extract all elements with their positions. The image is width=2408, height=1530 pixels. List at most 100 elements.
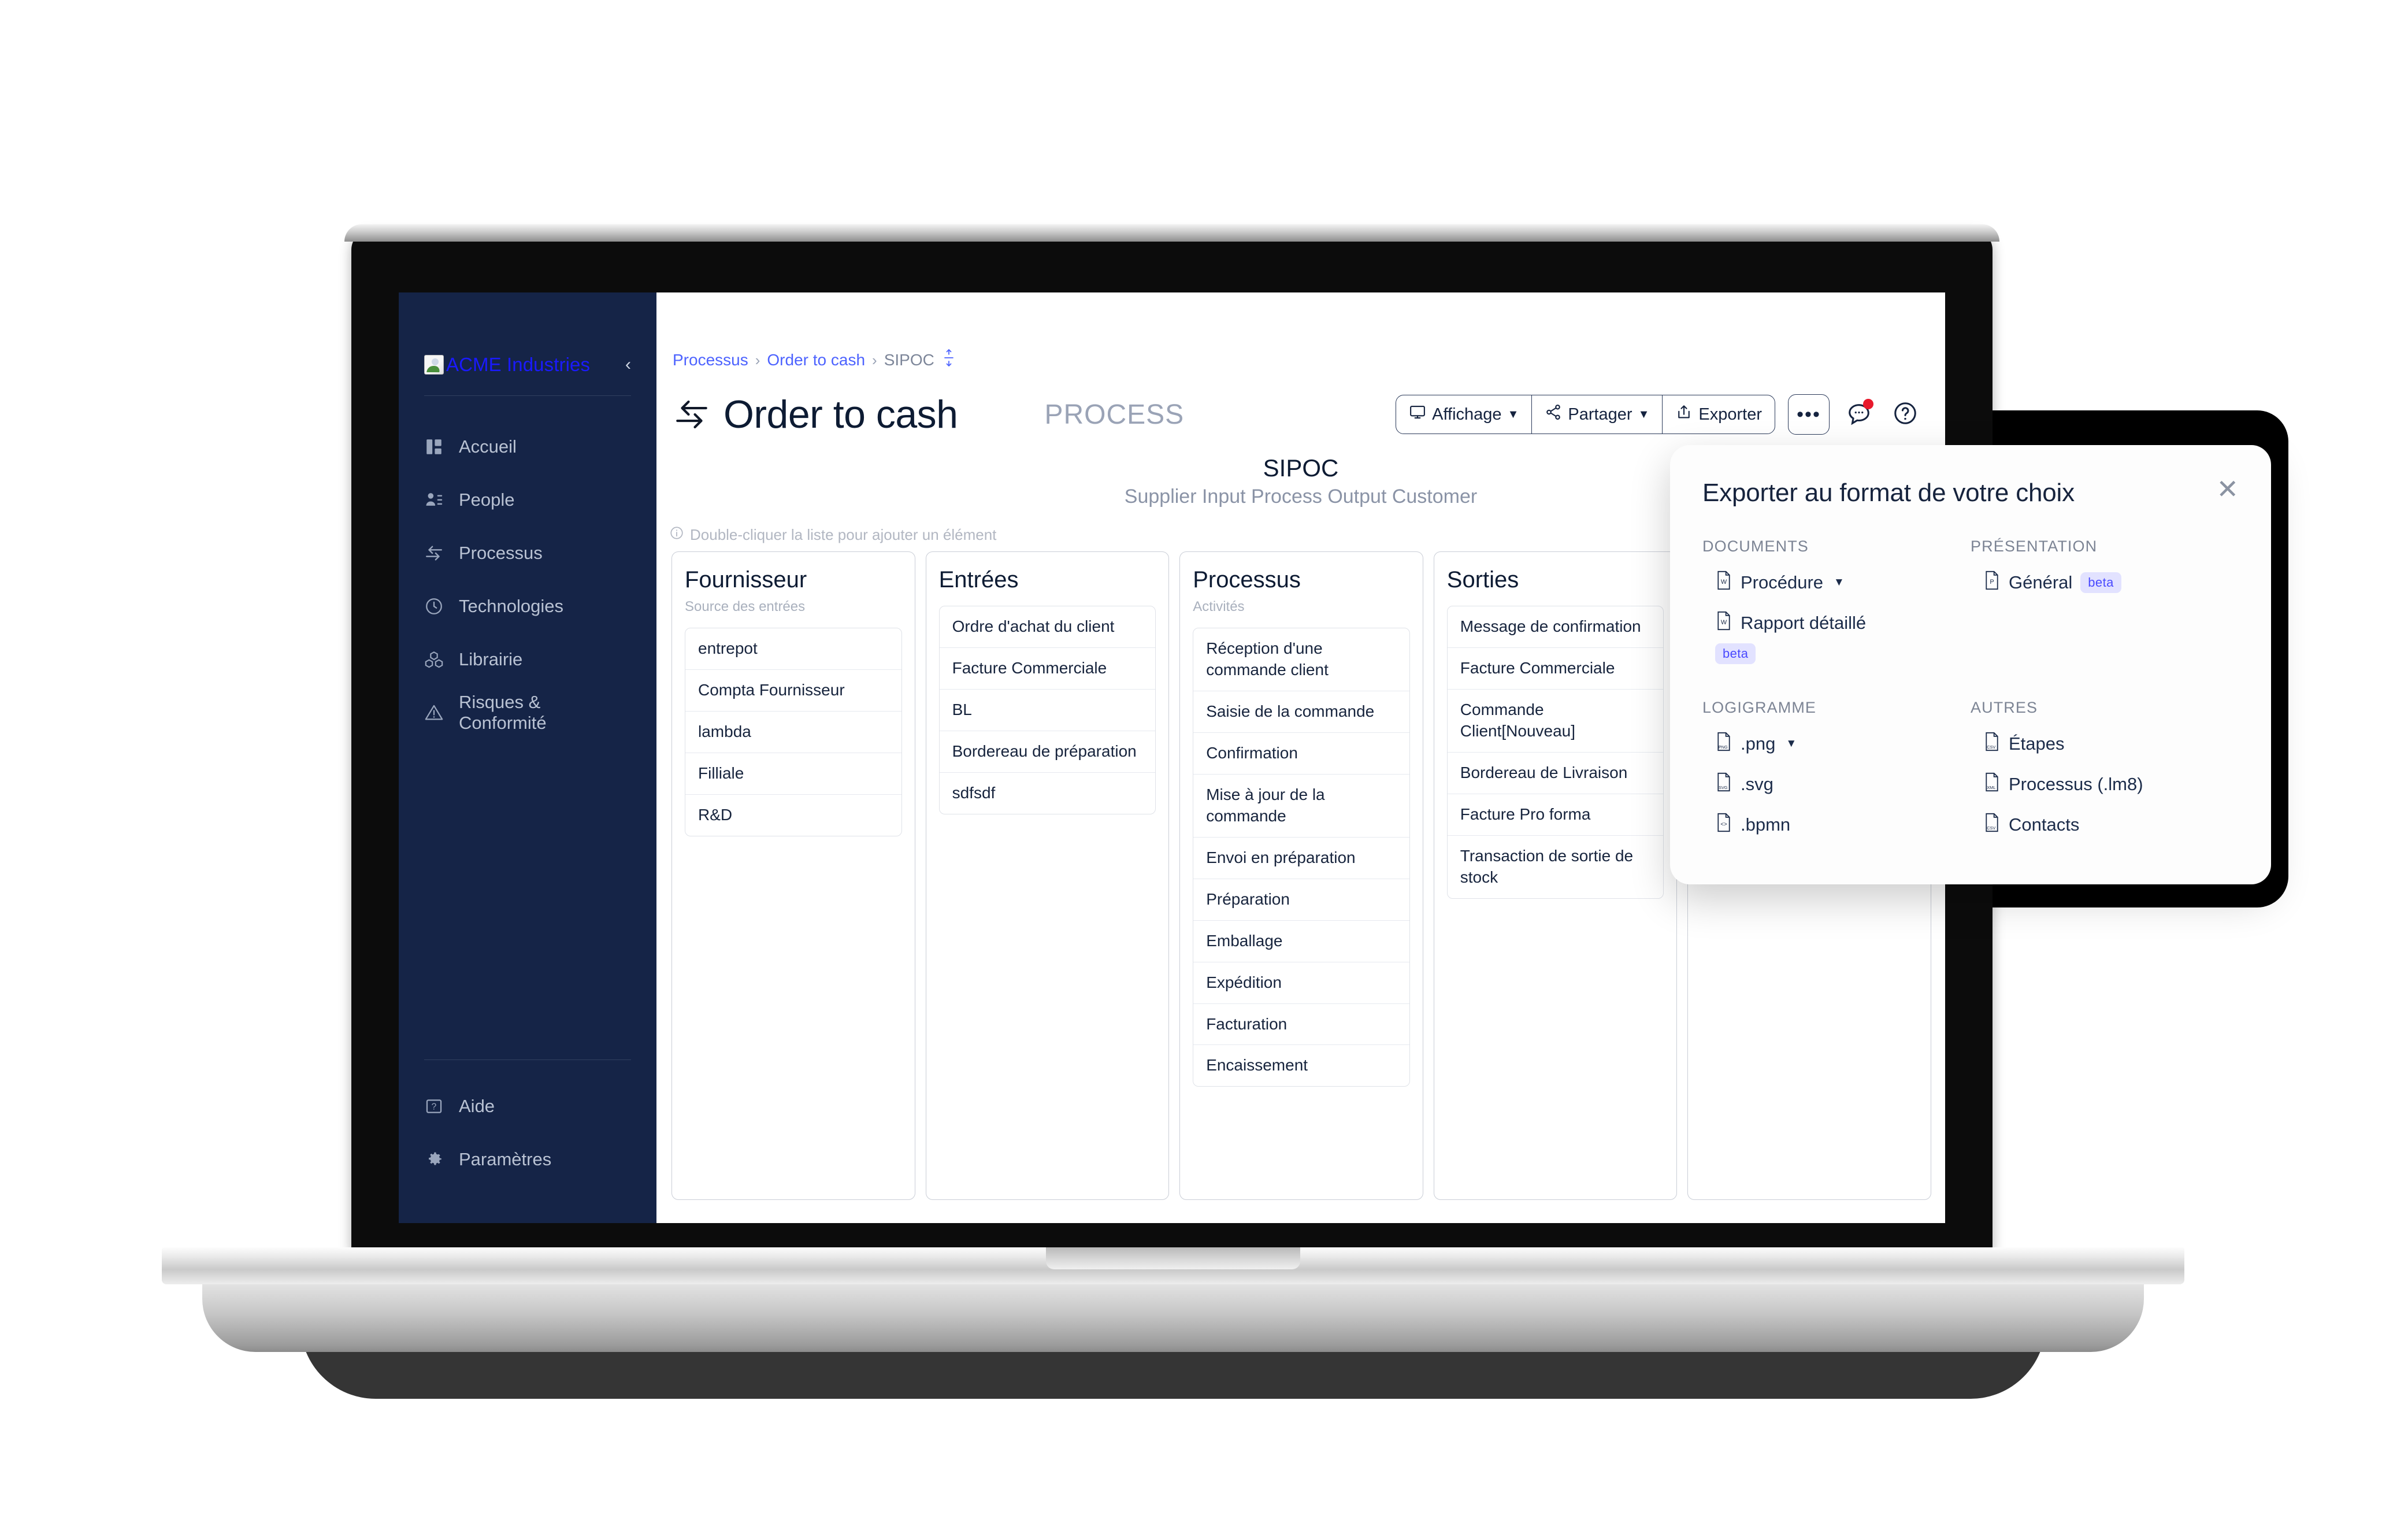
- plug-icon: [424, 597, 444, 616]
- breadcrumb-item-processus[interactable]: Processus: [673, 351, 748, 369]
- sidebar-item-processus[interactable]: Processus: [399, 527, 656, 580]
- list-item[interactable]: Encaissement: [1193, 1045, 1409, 1086]
- option-label: Étapes: [2009, 733, 2065, 754]
- list-item[interactable]: Transaction de sortie de stock: [1448, 836, 1664, 898]
- brand-name: ACME Industries: [446, 354, 591, 375]
- export-option-processus-lm8[interactable]: XML Processus (.lm8): [1971, 772, 2239, 797]
- list-item[interactable]: Saisie de la commande: [1193, 691, 1409, 733]
- exporter-button[interactable]: Exporter: [1663, 395, 1775, 434]
- affichage-button[interactable]: Affichage ▼: [1396, 395, 1533, 434]
- sidebar-item-librairie[interactable]: Librairie: [399, 633, 656, 686]
- list-item[interactable]: lambda: [685, 712, 901, 753]
- list-item[interactable]: entrepot: [685, 628, 901, 670]
- sidebar-item-people[interactable]: People: [399, 473, 656, 527]
- vertical-resize-icon[interactable]: [943, 348, 955, 372]
- breadcrumb-separator: ›: [755, 351, 760, 369]
- list-item[interactable]: Facture Pro forma: [1447, 794, 1664, 836]
- sidebar-divider-bottom: [424, 1059, 631, 1060]
- sipoc-column-sorties[interactable]: Sorties Message de confirmation Facture …: [1433, 551, 1678, 1200]
- column-title: Sorties: [1446, 567, 1519, 592]
- sipoc-column-fournisseur[interactable]: Fournisseur Source des entrées entrepot …: [671, 551, 915, 1200]
- chevron-down-icon[interactable]: ▼: [1834, 576, 1845, 589]
- modal-sections-row-1: DOCUMENTS W Procédure ▼ W Rapport détail…: [1702, 538, 2239, 664]
- list-item[interactable]: BL: [939, 690, 1156, 731]
- export-option-rapport-wrap: W Rapport détaillé beta: [1702, 611, 1971, 664]
- page-title: Order to cash: [723, 392, 958, 436]
- sipoc-column-entrees[interactable]: Entrées Ordre d'achat du client Facture …: [925, 551, 1170, 1200]
- list-item[interactable]: Bordereau de Livraison: [1447, 753, 1664, 794]
- breadcrumb-item-order-to-cash[interactable]: Order to cash: [767, 351, 865, 369]
- list-item[interactable]: Mise à jour de la commande: [1193, 775, 1409, 838]
- help-button[interactable]: [1888, 398, 1922, 431]
- sidebar-item-accueil[interactable]: Accueil: [399, 420, 656, 473]
- chevron-down-icon: ▼: [1638, 407, 1650, 421]
- dashboard-icon: [424, 437, 444, 457]
- sidebar-item-label: Accueil: [459, 436, 517, 457]
- help-circle-icon: [1892, 400, 1919, 429]
- sidebar-item-parametres[interactable]: Paramètres: [399, 1133, 656, 1186]
- list-item[interactable]: Commande Client[Nouveau]: [1447, 690, 1664, 753]
- list-item[interactable]: Message de confirmation: [1447, 606, 1664, 648]
- comment-button[interactable]: [1842, 398, 1876, 431]
- share-icon: [1545, 403, 1562, 425]
- list-item[interactable]: Confirmation: [1193, 733, 1409, 775]
- column-list[interactable]: Message de confirmation Facture Commerci…: [1446, 606, 1664, 899]
- partager-button[interactable]: Partager ▼: [1532, 395, 1663, 434]
- export-option-bpmn[interactable]: <> .bpmn: [1702, 813, 1971, 837]
- list-item[interactable]: Bordereau de préparation: [939, 731, 1156, 773]
- close-icon[interactable]: ✕: [2216, 476, 2239, 502]
- column-list[interactable]: Réception d'une commande client Saisie d…: [1193, 628, 1410, 1087]
- sidebar-item-technologies[interactable]: Technologies: [399, 580, 656, 633]
- sipoc-column-processus[interactable]: Processus Activités Réception d'une comm…: [1179, 551, 1423, 1200]
- list-item[interactable]: sdfsdf: [940, 773, 1156, 814]
- list-item[interactable]: Préparation: [1193, 879, 1409, 921]
- section-items: P Général beta: [1971, 570, 2239, 595]
- sidebar-item-risques-conformite[interactable]: Risques & Conformité: [399, 686, 656, 739]
- beta-badge: beta: [1715, 643, 1756, 664]
- word-file-icon: W: [1715, 611, 1732, 635]
- brand-logo[interactable]: ACME Industries: [424, 354, 590, 376]
- list-item[interactable]: Compta Fournisseur: [685, 670, 901, 712]
- column-list[interactable]: Ordre d'achat du client Facture Commerci…: [938, 606, 1156, 814]
- column-list[interactable]: entrepot Compta Fournisseur lambda Filli…: [685, 628, 902, 836]
- column-title: Processus: [1193, 567, 1301, 592]
- export-option-contacts[interactable]: CSV Contacts: [1971, 813, 2239, 837]
- sidebar-item-aide[interactable]: ? Aide: [399, 1080, 656, 1133]
- export-option-general[interactable]: P Général beta: [1971, 570, 2239, 595]
- sidebar-item-label: Paramètres: [459, 1149, 552, 1169]
- section-heading: DOCUMENTS: [1702, 538, 1809, 555]
- export-option-png[interactable]: PNG .png ▼: [1702, 732, 1971, 756]
- more-options-button[interactable]: •••: [1788, 394, 1830, 435]
- list-item[interactable]: Ordre d'achat du client: [939, 606, 1156, 648]
- modal-section-documents: DOCUMENTS W Procédure ▼ W Rapport détail…: [1702, 538, 1971, 664]
- list-item[interactable]: Expédition: [1193, 962, 1409, 1004]
- option-label: Processus (.lm8): [2009, 774, 2143, 794]
- list-item[interactable]: Emballage: [1193, 921, 1409, 962]
- list-item[interactable]: Facture Commerciale: [939, 648, 1156, 690]
- process-arrows-icon: [424, 543, 444, 563]
- list-item[interactable]: Filliale: [685, 753, 901, 795]
- modal-header: Exporter au format de votre choix ✕: [1702, 476, 2239, 507]
- list-item[interactable]: Envoi en préparation: [1193, 838, 1409, 879]
- export-format-modal: Exporter au format de votre choix ✕ DOCU…: [1670, 445, 2271, 884]
- list-item[interactable]: Réception d'une commande client: [1193, 628, 1409, 691]
- export-option-procedure[interactable]: W Procédure ▼: [1702, 570, 1971, 595]
- option-label: .bpmn: [1741, 814, 1791, 835]
- list-item[interactable]: Facture Commerciale: [1447, 648, 1664, 690]
- export-option-rapport-detaille[interactable]: W Rapport détaillé: [1702, 611, 1971, 635]
- breadcrumb-separator: ›: [872, 351, 877, 369]
- gear-icon: [424, 1150, 444, 1169]
- chevron-left-icon[interactable]: ‹: [625, 356, 631, 373]
- header-actions: Affichage ▼ Partager ▼ Exporter •••: [1396, 394, 1928, 435]
- option-label: Procédure: [1741, 572, 1824, 592]
- exporter-label: Exporter: [1698, 405, 1762, 424]
- people-icon: [424, 490, 444, 510]
- sidebar-item-label: People: [459, 490, 515, 510]
- modal-section-logigramme: LOGIGRAMME PNG .png ▼ SVG .svg <> .bpmn: [1702, 699, 1971, 837]
- list-item[interactable]: Facturation: [1193, 1004, 1409, 1046]
- export-option-etapes[interactable]: CSV Étapes: [1971, 732, 2239, 756]
- list-item[interactable]: R&D: [685, 795, 901, 836]
- chevron-down-icon[interactable]: ▼: [1786, 738, 1797, 750]
- export-option-svg[interactable]: SVG .svg: [1702, 772, 1971, 797]
